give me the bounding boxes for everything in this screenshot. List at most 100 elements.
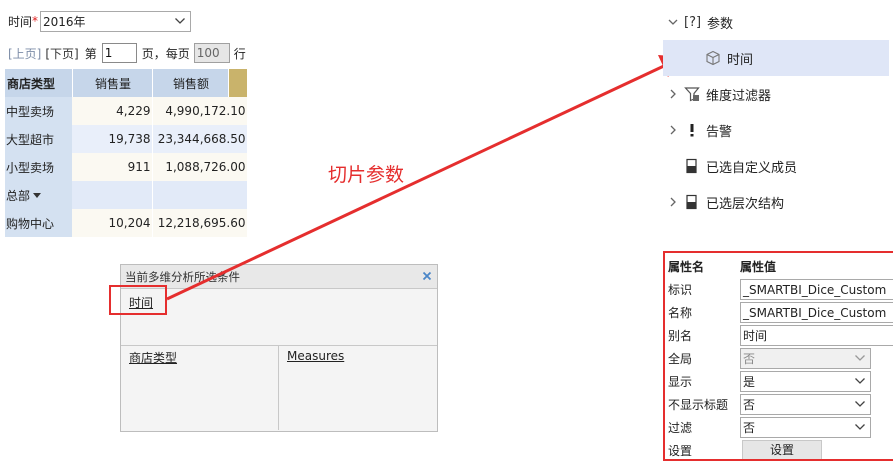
property-header-row: 属性名 属性值	[665, 255, 893, 278]
next-page-link[interactable]: [下页]	[45, 45, 78, 62]
property-filter-select[interactable]: 否	[740, 417, 871, 438]
resource-tree: [?] 参数 时间 维度过滤器 告警 已选自定义成员 已选层次结构	[663, 4, 889, 220]
cell-amount: 1,088,726.00	[152, 153, 248, 181]
time-select[interactable]: 2016年	[40, 10, 192, 32]
tree-node-label: 已选层次结构	[706, 196, 785, 212]
caret-down-icon[interactable]	[33, 192, 42, 198]
tree-node-label: 维度过滤器	[706, 88, 772, 104]
required-mark: *	[32, 14, 39, 28]
cell-qty: 911	[72, 153, 153, 181]
property-key: 标识	[668, 283, 693, 297]
conditions-panel-title: 当前多维分析所选条件	[121, 265, 437, 289]
row-dimension-expandable[interactable]: 总部	[5, 181, 72, 209]
property-hide-title-select[interactable]: 否	[740, 394, 871, 415]
tree-node-label: 参数	[707, 16, 734, 32]
property-value: 否	[743, 352, 756, 366]
close-icon[interactable]	[421, 270, 433, 282]
filter-icon	[684, 87, 700, 102]
property-name-header: 属性名	[668, 260, 705, 274]
property-row: 不显示标题 否	[665, 393, 893, 416]
tree-node-time-param[interactable]: 时间	[663, 40, 889, 76]
chevron-down-icon	[855, 378, 865, 384]
page-prefix: 第	[84, 46, 97, 61]
property-id-field[interactable]: _SMARTBI_Dice_Custom	[740, 279, 893, 300]
property-alias-field[interactable]: 时间	[740, 325, 893, 346]
property-key: 设置	[668, 444, 693, 458]
property-value: 否	[743, 421, 756, 435]
property-value: _SMARTBI_Dice_Custom	[743, 282, 887, 297]
tree-node-hierarchies[interactable]: 已选层次结构	[663, 184, 889, 220]
document-icon	[686, 158, 697, 174]
chevron-right-icon[interactable]	[666, 87, 680, 101]
chevron-down-icon	[855, 355, 865, 361]
tree-node-dim-filter[interactable]: 维度过滤器	[663, 76, 889, 112]
property-name-field[interactable]: _SMARTBI_Dice_Custom	[740, 302, 893, 323]
header-sales-amount[interactable]: 销售额	[152, 69, 229, 97]
time-filter: 时间 * 2016年	[8, 10, 192, 32]
page-number-input[interactable]	[101, 43, 137, 63]
property-key: 全局	[668, 352, 693, 366]
property-key: 名称	[668, 306, 693, 320]
property-value-header: 属性值	[740, 260, 777, 274]
table-row: 大型超市 19,738 23,344,668.50	[5, 125, 248, 153]
tree-node-label: 时间	[727, 52, 754, 68]
row-dimension-link[interactable]: 商店类型	[129, 351, 177, 365]
conditions-title-text: 当前多维分析所选条件	[125, 270, 240, 284]
property-row: 名称 _SMARTBI_Dice_Custom	[665, 301, 893, 324]
tree-node-params[interactable]: [?] 参数	[663, 4, 889, 40]
rows-per-page-input[interactable]	[193, 43, 230, 63]
cell-qty	[72, 181, 153, 209]
table-row: 中型卖场 4,229 4,990,172.10	[5, 97, 248, 125]
property-value: 否	[743, 398, 756, 412]
chevron-down-icon	[855, 424, 865, 430]
row-dimension[interactable]: 小型卖场	[5, 153, 72, 181]
property-value: _SMARTBI_Dice_Custom	[743, 305, 887, 320]
property-row: 别名 时间	[665, 324, 893, 347]
chevron-down-icon[interactable]	[666, 15, 680, 29]
row-dimension[interactable]: 中型卖场	[5, 97, 72, 125]
chevron-down-icon	[855, 401, 865, 407]
property-display-select[interactable]: 是	[740, 371, 871, 392]
row-dimension[interactable]: 购物中心	[5, 209, 72, 237]
chevron-down-icon	[175, 17, 185, 24]
settings-button[interactable]: 设置	[742, 440, 822, 459]
row-dimension-label: 总部	[6, 188, 31, 203]
cell-qty: 10,204	[72, 209, 153, 237]
cell-amount: 23,344,668.50	[152, 125, 248, 153]
tree-node-label: 已选自定义成员	[706, 160, 798, 176]
measures-link[interactable]: Measures	[287, 349, 344, 363]
cell-qty: 19,738	[72, 125, 153, 153]
property-row: 显示 是	[665, 370, 893, 393]
property-row: 过滤 否	[665, 416, 893, 439]
property-row: 标识 _SMARTBI_Dice_Custom	[665, 278, 893, 301]
time-select-value: 2016年	[43, 14, 86, 29]
time-filter-label: 时间	[8, 14, 33, 29]
header-sales-qty[interactable]: 销售量	[72, 69, 153, 97]
grid-header-row: 商店类型 销售量 销售额	[5, 69, 247, 97]
property-row: 设置 设置	[665, 439, 893, 459]
property-global-select: 否	[740, 348, 871, 369]
tree-node-label: 告警	[706, 124, 733, 140]
tree-node-time-inner: 时间	[705, 49, 753, 68]
row-dimension[interactable]: 大型超市	[5, 125, 72, 153]
highlight-box-slice	[109, 285, 167, 315]
cell-amount: 12,218,695.60	[152, 209, 248, 237]
chevron-right-icon[interactable]	[666, 195, 680, 209]
cell-qty: 4,229	[72, 97, 153, 125]
header-store-type[interactable]: 商店类型	[5, 69, 73, 97]
grid-corner-handle[interactable]	[228, 69, 247, 97]
tree-node-alert[interactable]: 告警	[663, 112, 889, 148]
property-panel: 属性名 属性值 标识 _SMARTBI_Dice_Custom 名称 _SMAR…	[663, 251, 893, 461]
prev-page-link[interactable]: [上页]	[8, 45, 41, 62]
cube-icon	[706, 50, 720, 66]
property-key: 过滤	[668, 421, 693, 435]
tree-node-custom-members[interactable]: 已选自定义成员	[663, 148, 889, 184]
alert-icon	[690, 124, 694, 137]
document-icon	[686, 194, 697, 210]
table-row: 购物中心 10,204 12,218,695.60	[5, 209, 248, 237]
property-row: 全局 否	[665, 347, 893, 370]
chevron-right-icon[interactable]	[666, 123, 680, 137]
table-row: 小型卖场 911 1,088,726.00	[5, 153, 248, 181]
property-key: 显示	[668, 375, 693, 389]
